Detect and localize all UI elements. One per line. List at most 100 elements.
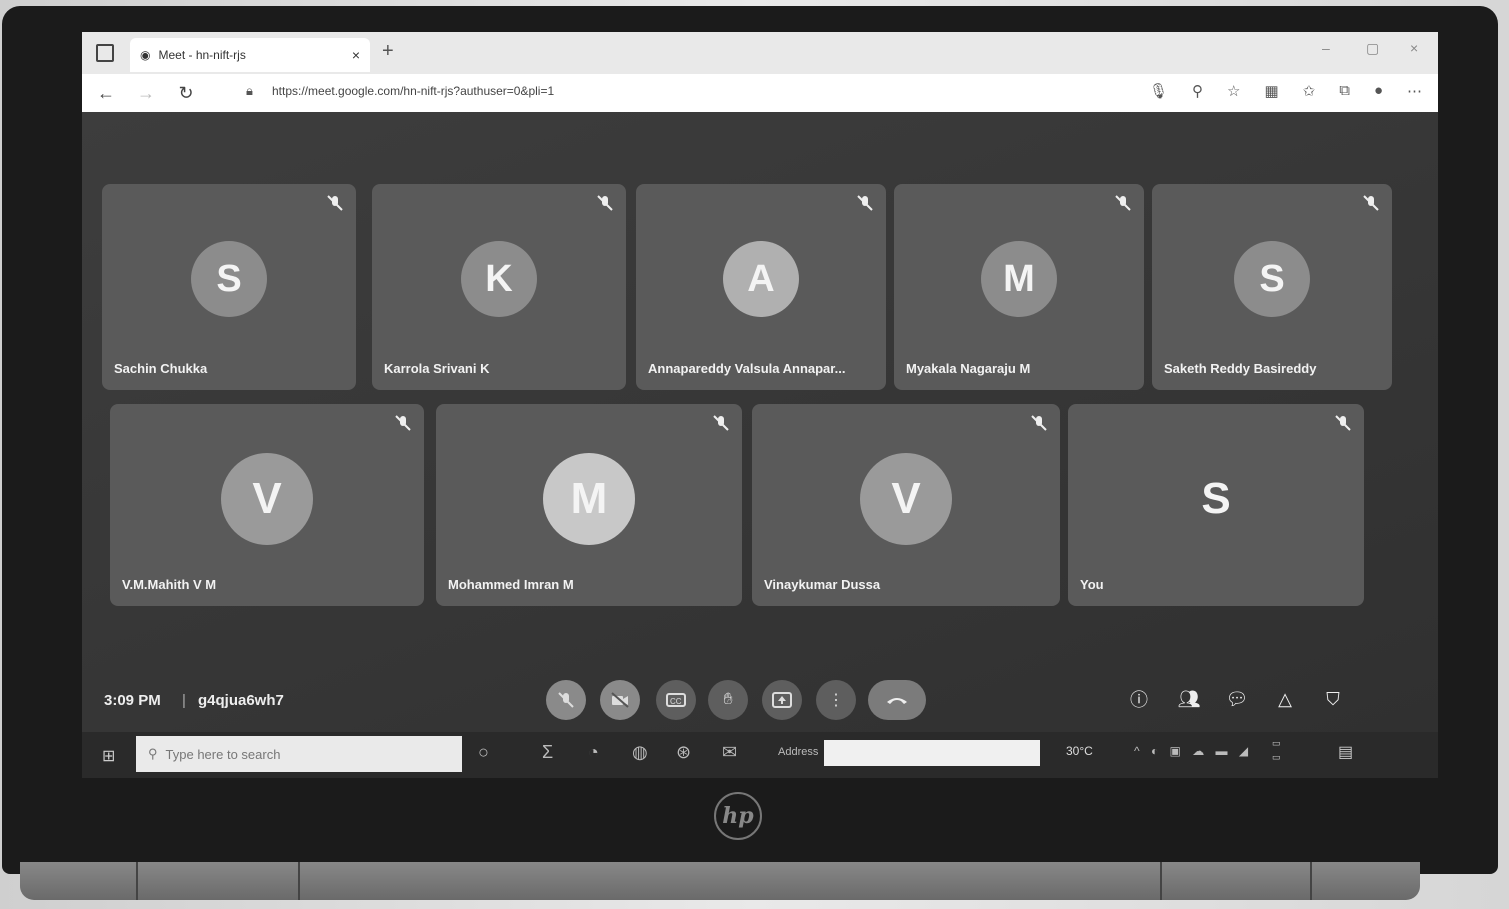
zoom-icon[interactable]: ⚲ [1192, 82, 1203, 100]
self-tile[interactable]: S You [1068, 404, 1364, 606]
address-toolbar-input[interactable] [824, 740, 1040, 766]
close-window-icon[interactable]: × [1410, 40, 1418, 56]
more-options-icon: ⋮ [828, 692, 844, 709]
mic-off-icon [1335, 415, 1351, 431]
participant-avatar: S [1234, 241, 1310, 317]
mic-off-icon [1363, 195, 1379, 211]
browser-tab[interactable]: ◉ Meet - hn-nift-rjs × [130, 38, 370, 72]
mic-off-icon [558, 692, 574, 708]
meet-favicon-icon: ◉ [140, 48, 151, 62]
participant-name: Myakala Nagaraju M [906, 361, 1031, 376]
raise-hand-icon: ✋︎ [723, 691, 733, 708]
participant-avatar: A [723, 241, 799, 317]
svg-text:CC: CC [670, 697, 682, 706]
captions-icon: CC [666, 693, 686, 707]
host-controls-button[interactable]: ⛉ [1320, 686, 1346, 712]
participant-name: You [1080, 577, 1104, 592]
chrome-browser-icon[interactable]: ◍ [632, 742, 648, 763]
participant-tile[interactable]: M Mohammed Imran M [436, 404, 742, 606]
participant-name: Annapareddy Valsula Annapar... [648, 361, 846, 376]
participant-avatar: S [191, 241, 267, 317]
participant-tile[interactable]: S Saketh Reddy Basireddy [1152, 184, 1392, 390]
add-favorite-icon[interactable]: ☆ [1227, 82, 1240, 100]
back-icon[interactable]: ← [90, 83, 122, 104]
new-tab-button[interactable]: + [382, 40, 394, 63]
mic-off-icon [395, 415, 411, 431]
tab-title: Meet - hn-nift-rjs [158, 48, 246, 62]
participant-name: Vinaykumar Dussa [764, 577, 881, 592]
end-call-icon [887, 698, 907, 704]
chat-button[interactable]: 💬︎ [1224, 686, 1250, 712]
participant-avatar: S [1201, 474, 1231, 523]
meeting-time: 3:09 PM [104, 692, 161, 709]
shield-lock-icon: ⛉ [1326, 688, 1340, 709]
weather-widget[interactable]: 30°C [1066, 744, 1093, 758]
end-call-button[interactable] [868, 680, 926, 720]
captions-button[interactable]: CC [656, 680, 696, 720]
participant-tile[interactable]: M Myakala Nagaraju M [894, 184, 1144, 390]
edge-browser-icon[interactable]: ◔ [588, 742, 599, 763]
maximize-icon[interactable]: ▢ [1366, 40, 1379, 57]
chat-icon: 💬︎ [1225, 688, 1249, 709]
windows-start-icon[interactable]: ⊞ [102, 746, 115, 766]
info-icon: ⓘ [1130, 690, 1148, 710]
refresh-icon[interactable]: ↻ [170, 83, 202, 104]
present-screen-icon [772, 692, 792, 708]
browser-tab-bar: ◉ Meet - hn-nift-rjs × + – ▢ × [82, 32, 1438, 74]
lock-icon: 🔒︎ [246, 83, 253, 98]
mic-off-icon [713, 415, 729, 431]
sigma-app-icon[interactable]: Σ [542, 742, 553, 763]
collections-icon[interactable]: ⧉ [1339, 82, 1350, 100]
participant-name: Saketh Reddy Basireddy [1164, 361, 1317, 376]
meeting-separator: | [182, 692, 186, 709]
mic-off-icon [857, 195, 873, 211]
activities-button[interactable]: △ [1272, 686, 1298, 712]
microphone-icon[interactable]: 🎙︎ [1149, 82, 1168, 100]
participant-name: Karrola Srivani K [384, 361, 490, 376]
laptop-base [20, 862, 1420, 900]
more-menu-icon[interactable]: ⋯ [1407, 82, 1422, 100]
participant-name: Mohammed Imran M [448, 577, 574, 592]
meeting-code: g4qjua6wh7 [198, 692, 284, 709]
mic-off-icon [597, 195, 613, 211]
participant-tile[interactable]: V Vinaykumar Dussa [752, 404, 1060, 606]
cortana-icon[interactable]: ○ [478, 742, 489, 763]
mic-off-icon [1115, 195, 1131, 211]
url-field[interactable]: https://meet.google.com/hn-nift-rjs?auth… [272, 84, 554, 98]
participant-avatar: V [221, 453, 313, 545]
mic-toggle-button[interactable] [546, 680, 586, 720]
raise-hand-button[interactable]: ✋︎ [708, 680, 748, 720]
meeting-details-button[interactable]: ⓘ [1126, 686, 1152, 712]
taskbar-clock[interactable]: ▭ ▭ [1272, 736, 1281, 764]
present-button[interactable] [762, 680, 802, 720]
profile-avatar-icon[interactable]: ● [1374, 82, 1383, 100]
favorites-icon[interactable]: ✩ [1303, 82, 1316, 100]
system-tray-icons[interactable]: ^ ◐ ▣ ☁ ▬ ◢ [1134, 744, 1252, 758]
participant-tile[interactable]: V V.M.Mahith V M [110, 404, 424, 606]
participant-avatar: M [543, 453, 635, 545]
tab-close-icon[interactable]: × [352, 47, 360, 63]
camera-toggle-button[interactable] [600, 680, 640, 720]
camera-off-icon [611, 692, 629, 708]
participant-avatar: V [860, 453, 952, 545]
minimize-icon[interactable]: – [1322, 40, 1330, 56]
forward-icon[interactable]: → [130, 83, 162, 104]
windows-taskbar: ⊞ ⚲ Type here to search ○ Σ ◔ ◍ ⊛ ✉ Addr… [82, 732, 1438, 778]
mic-off-icon [327, 195, 343, 211]
laptop-screen: ◉ Meet - hn-nift-rjs × + – ▢ × ← → ↻ 🔒︎ … [82, 32, 1438, 778]
people-button[interactable]: 👥︎ [1176, 686, 1202, 712]
tab-actions-icon[interactable] [96, 44, 114, 62]
app-icon[interactable]: ⊛ [676, 742, 691, 763]
mail-icon[interactable]: ✉ [722, 742, 737, 763]
taskbar-search-box[interactable]: ⚲ Type here to search [136, 736, 462, 772]
participant-tile[interactable]: K Karrola Srivani K [372, 184, 626, 390]
participant-tile[interactable]: A Annapareddy Valsula Annapar... [636, 184, 886, 390]
participant-avatar: K [461, 241, 537, 317]
activities-icon: △ [1278, 688, 1292, 709]
more-options-button[interactable]: ⋮ [816, 680, 856, 720]
meet-video-grid: S Sachin Chukka K Karrola Srivani K A An… [82, 112, 1438, 742]
notifications-icon[interactable]: ▤ [1338, 742, 1353, 762]
extensions-icon[interactable]: ▦ [1264, 82, 1278, 100]
participant-tile[interactable]: S Sachin Chukka [102, 184, 356, 390]
people-icon: 👥︎ [1177, 688, 1201, 709]
